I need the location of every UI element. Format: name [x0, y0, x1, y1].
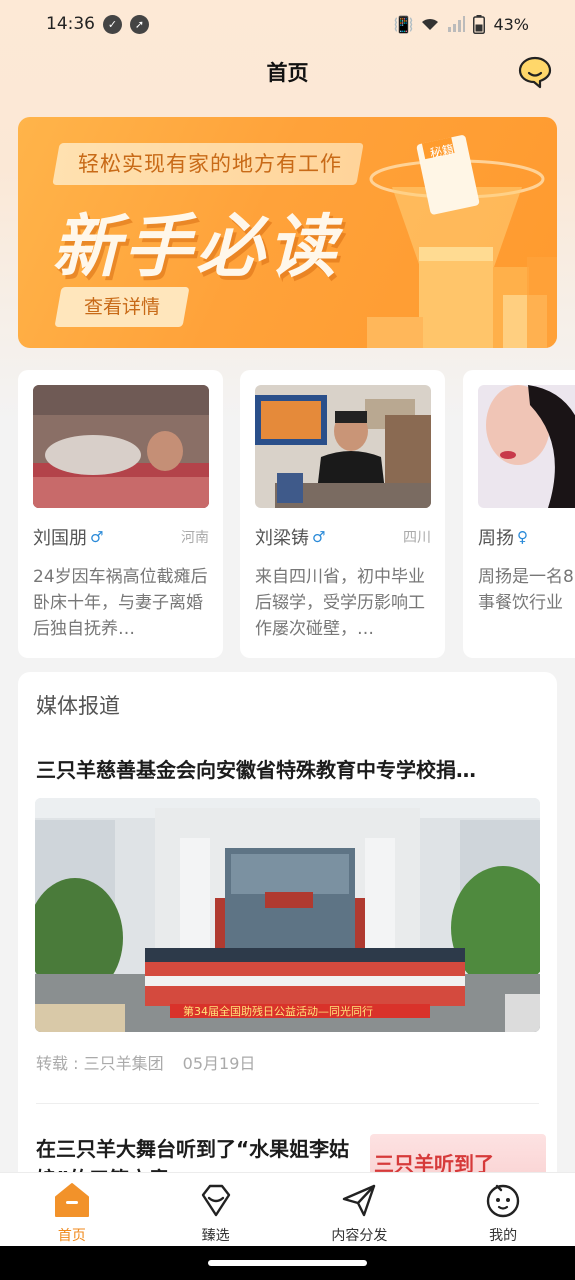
profile-description: 周扬是一名80后宝妈，事餐饮行业 — [478, 567, 575, 613]
tab-featured[interactable]: 臻选 — [144, 1173, 288, 1246]
status-bar: 14:36 ✓ ➚ 📳 43% — [0, 0, 575, 48]
view-details-label: 查看详情 — [83, 296, 160, 318]
profile-region: 河南 — [181, 530, 209, 546]
tab-label: 我的 — [489, 1228, 518, 1244]
status-right: 📳 43% — [393, 14, 529, 34]
status-left: 14:36 ✓ ➚ — [46, 14, 149, 34]
tab-label: 首页 — [57, 1228, 86, 1244]
tab-profile[interactable]: 我的 — [431, 1173, 575, 1246]
tab-content-distribution[interactable]: 内容分发 — [288, 1173, 432, 1246]
bottom-tab-bar: 首页 臻选 内容分发 我的 — [0, 1172, 575, 1246]
male-icon: ♂ — [90, 528, 104, 546]
profile-name-row: 刘国朋 ♂ 河南 — [33, 524, 209, 550]
profile-photo — [33, 385, 209, 508]
profile-description: 来自四川省，初中毕业后辍学，受学历影响工作屡次碰壁，… — [255, 567, 425, 639]
story-carousel[interactable]: 刘国朋 ♂ 河南 24岁因车祸高位截瘫后卧床十年，与妻子离婚后独自抚养… 刘梁铸… — [18, 370, 575, 658]
profile-name: 周扬 — [478, 528, 514, 549]
paper-plane-icon — [343, 1184, 376, 1217]
signal-icon — [448, 16, 466, 32]
banner-slogan-text: 轻松实现有家的地方有工作 — [78, 152, 342, 176]
check-icon: ✓ — [103, 14, 122, 34]
system-navigation-bar — [0, 1246, 575, 1280]
news-banner-text: 第34届全国助残日公益活动—同光同行 — [183, 1004, 373, 1018]
news-source: 转载 : 三只羊集团 — [36, 1054, 164, 1073]
media-reports-section: 媒体报道 三只羊慈善基金会向安徽省特殊教育中专学校捐… 第34届全国助残日公益活… — [18, 672, 557, 1192]
wifi-icon — [422, 18, 439, 30]
profile-description: 24岁因车祸高位截瘫后卧床十年，与妻子离婚后独自抚养… — [33, 567, 208, 639]
profile-region: 四川 — [403, 530, 431, 546]
profile-name: 刘梁铸 — [255, 528, 309, 549]
profile-name-row: 刘梁铸 ♂ 四川 — [255, 524, 431, 550]
nav-header: 首页 — [0, 48, 575, 96]
battery-level: 43% — [493, 14, 529, 34]
home-gesture-handle[interactable] — [208, 1260, 367, 1266]
newbie-guide-banner[interactable]: 轻松实现有家的地方有工作 新手必读 查看详情 秘籍 — [18, 117, 557, 348]
notification-icon: ➚ — [130, 14, 149, 34]
profile-name-row: 周扬 ♀ — [478, 524, 575, 550]
male-icon: ♂ — [312, 528, 326, 546]
section-title: 媒体报道 — [36, 694, 120, 718]
face-icon — [486, 1184, 520, 1218]
profile-card[interactable]: 周扬 ♀ 周扬是一名80后宝妈，事餐饮行业 — [463, 370, 575, 658]
news-date: 05月19日 — [182, 1054, 256, 1073]
tab-label: 臻选 — [201, 1228, 230, 1244]
page-title: 首页 — [266, 61, 309, 85]
profile-photo — [478, 385, 575, 508]
banner-title: 新手必读 — [52, 208, 341, 287]
home-icon — [54, 1183, 89, 1217]
profile-card[interactable]: 刘梁铸 ♂ 四川 来自四川省，初中毕业后辍学，受学历影响工作屡次碰壁，… — [240, 370, 445, 658]
battery-icon — [473, 14, 486, 34]
tab-label: 内容分发 — [331, 1228, 388, 1244]
divider — [36, 1103, 539, 1104]
banner-slogan: 轻松实现有家的地方有工作 — [52, 143, 364, 185]
vibrate-icon: 📳 — [393, 14, 414, 34]
message-icon[interactable] — [517, 54, 553, 90]
status-time: 14:36 — [46, 14, 95, 34]
profile-photo — [255, 385, 431, 508]
profile-name: 刘国朋 — [33, 528, 87, 549]
diamond-icon — [201, 1184, 230, 1217]
female-icon: ♀ — [517, 528, 528, 546]
banner-illustration: 秘籍 — [367, 135, 557, 348]
news-title[interactable]: 三只羊慈善基金会向安徽省特殊教育中专学校捐… — [36, 754, 536, 783]
news-meta: 转载 : 三只羊集团 05月19日 — [36, 1050, 255, 1074]
view-details-button[interactable]: 查看详情 — [54, 287, 190, 327]
news-photo[interactable]: 第34届全国助残日公益活动—同光同行 — [35, 798, 540, 1032]
tab-home[interactable]: 首页 — [0, 1173, 144, 1246]
profile-card[interactable]: 刘国朋 ♂ 河南 24岁因车祸高位截瘫后卧床十年，与妻子离婚后独自抚养… — [18, 370, 223, 658]
